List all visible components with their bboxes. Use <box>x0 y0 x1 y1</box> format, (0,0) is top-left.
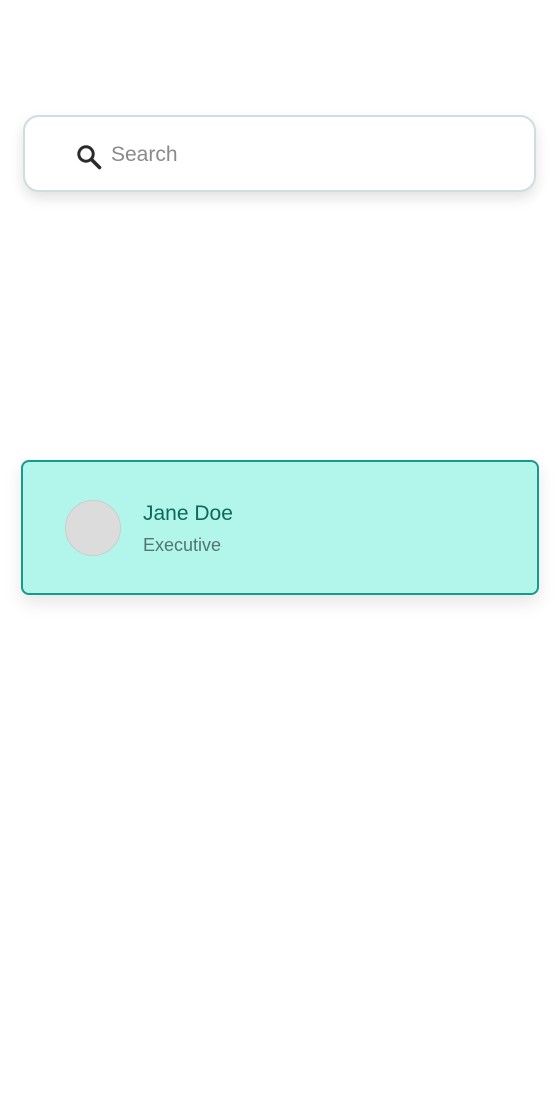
contact-card[interactable]: Jane Doe Executive <box>21 460 539 595</box>
contact-role: Executive <box>143 535 222 555</box>
search-icon <box>76 144 102 170</box>
contact-name: Jane Doe <box>143 502 233 525</box>
search-bar[interactable] <box>23 115 536 192</box>
avatar <box>65 500 121 556</box>
search-input[interactable] <box>111 137 511 173</box>
